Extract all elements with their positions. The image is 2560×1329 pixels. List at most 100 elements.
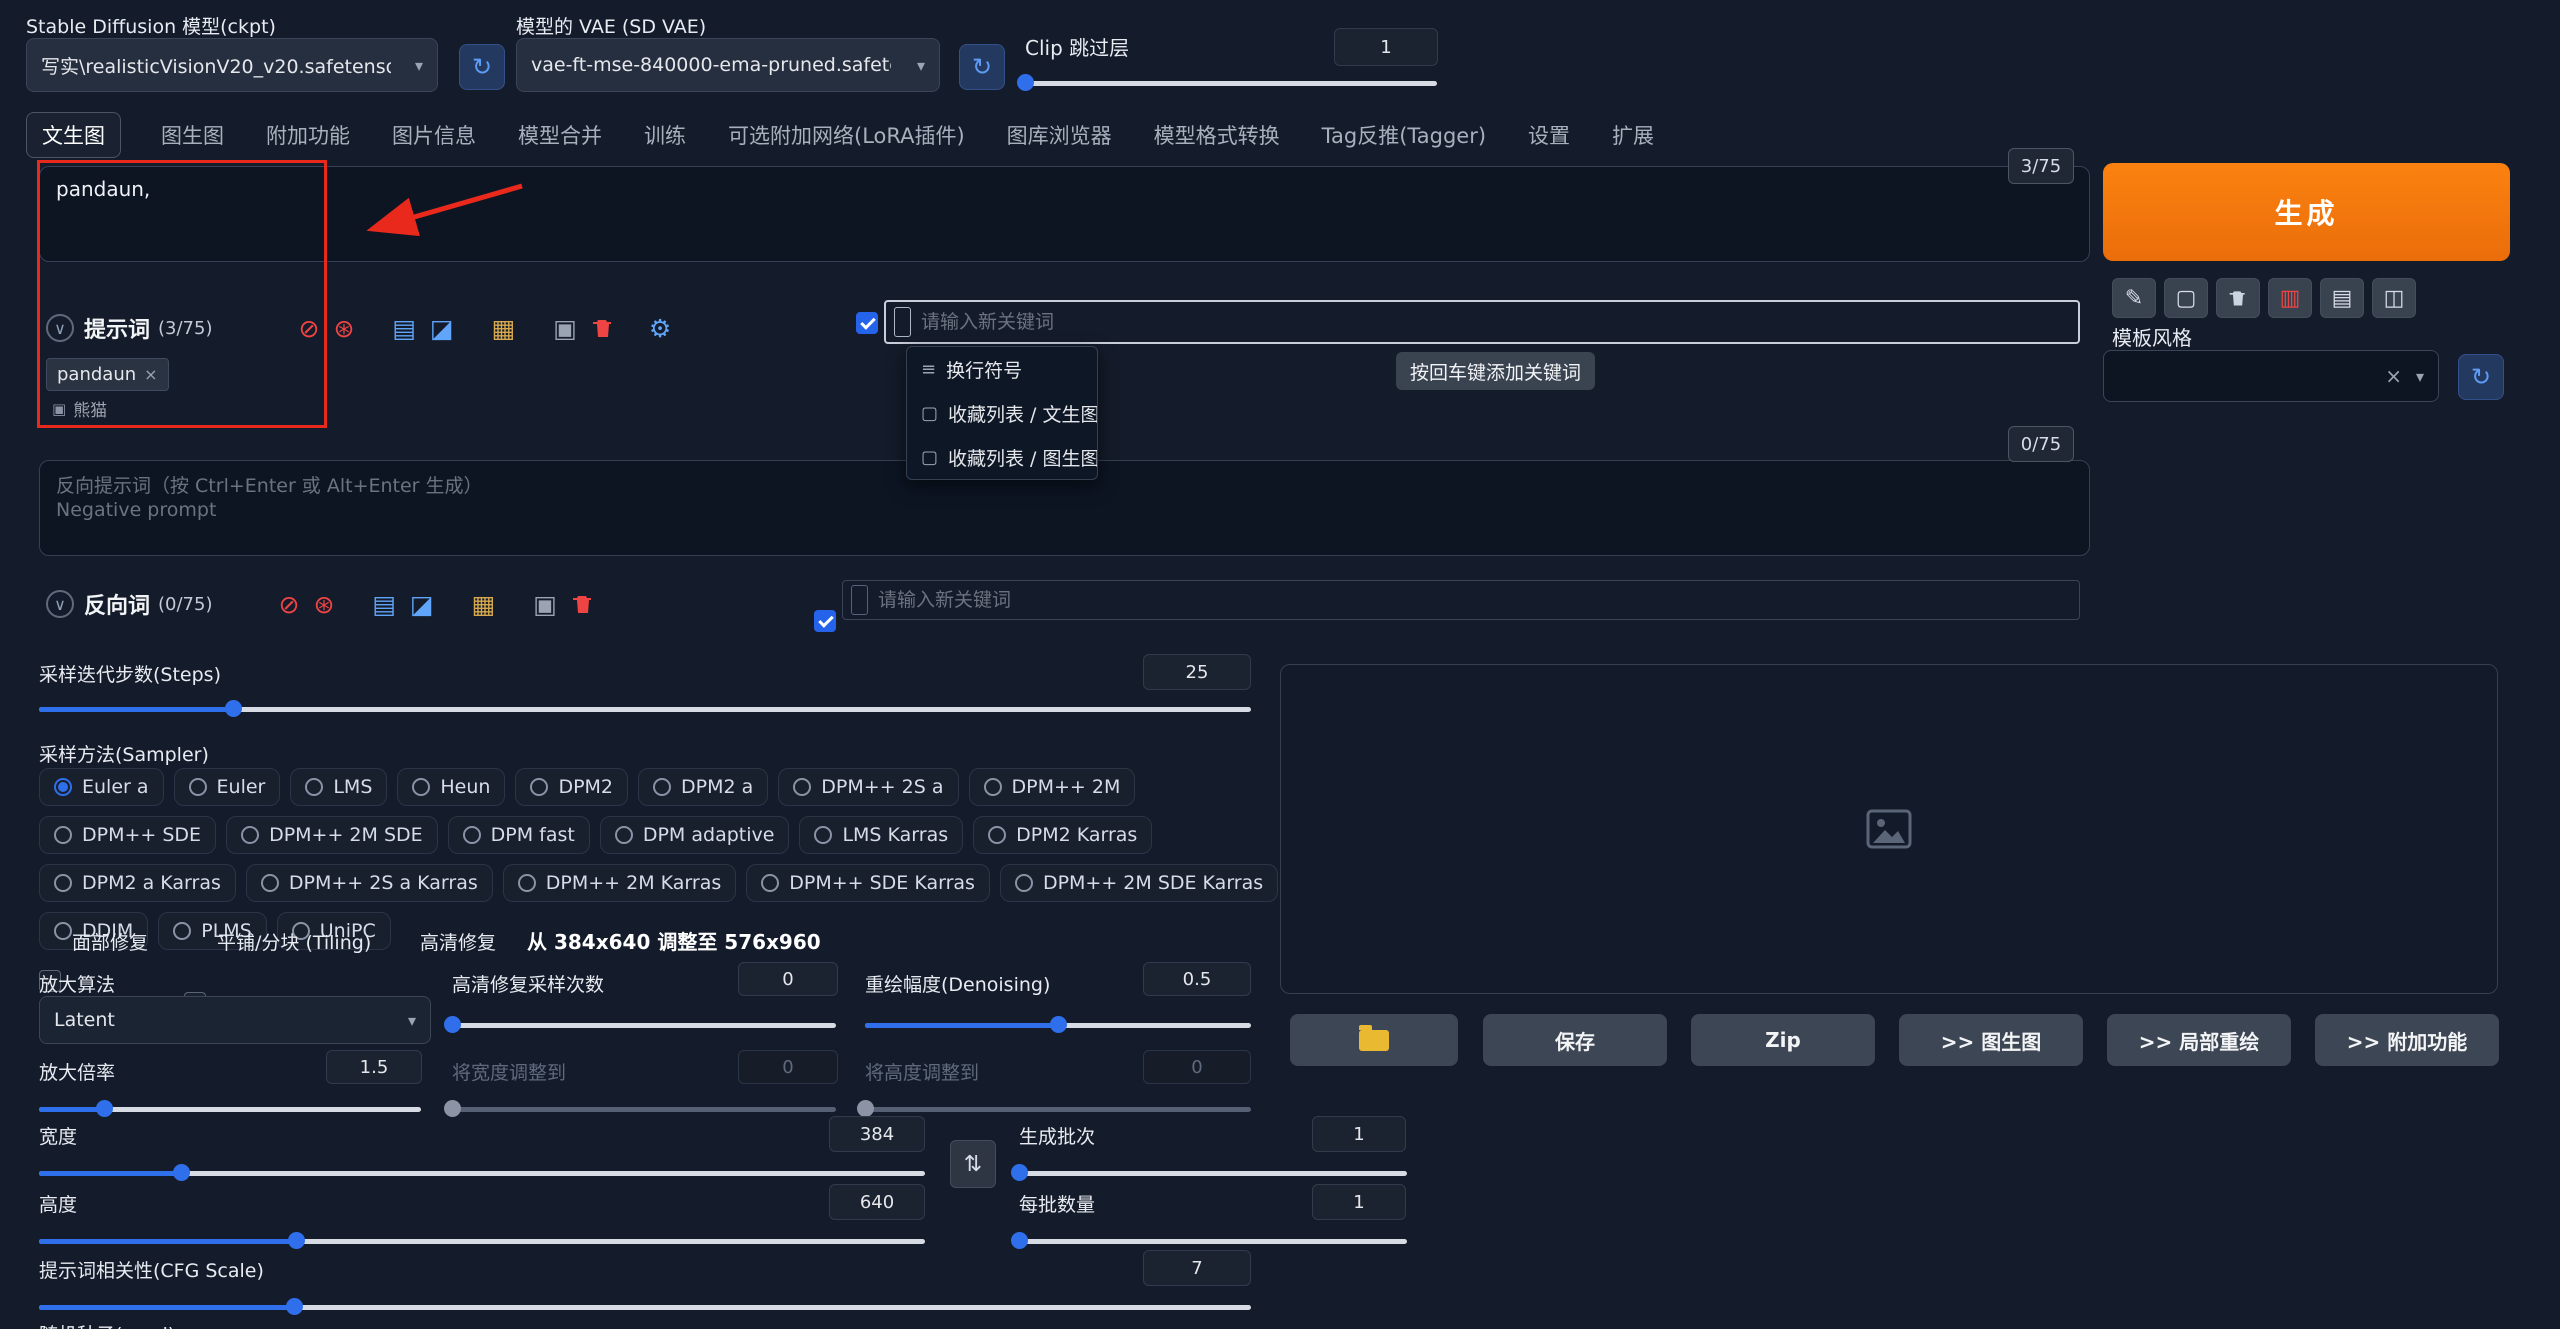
- sampler-option[interactable]: Euler a: [39, 768, 164, 806]
- sampler-option[interactable]: DPM++ 2M SDE Karras: [1000, 864, 1278, 902]
- bookmark-icon[interactable]: ◪: [410, 592, 434, 617]
- prompt-tag-chip[interactable]: pandaun ×: [46, 358, 169, 391]
- reset-negative-icon[interactable]: ⊛: [313, 592, 334, 617]
- ckpt-refresh-button[interactable]: ↻: [459, 44, 505, 90]
- prompt-keyword-input[interactable]: [919, 310, 2070, 334]
- negative-keyword-checkbox[interactable]: [814, 610, 836, 632]
- paste-icon[interactable]: ▤: [392, 316, 416, 341]
- collapse-chevron-icon[interactable]: ∨: [46, 590, 74, 618]
- tab[interactable]: 模型格式转换: [1152, 113, 1282, 157]
- copy-icon[interactable]: ▣: [533, 592, 557, 617]
- extra-networks-icon[interactable]: ▦: [472, 592, 496, 617]
- output-button[interactable]: Zip: [1691, 1014, 1875, 1066]
- bookmark-icon[interactable]: ◪: [430, 316, 454, 341]
- generate-button[interactable]: 生成: [2103, 163, 2510, 261]
- collapse-chevron-icon[interactable]: ∨: [46, 314, 74, 342]
- sampler-option[interactable]: DPM++ SDE Karras: [746, 864, 990, 902]
- menu-item[interactable]: ▢ 收藏列表 / 图生图: [907, 435, 1097, 479]
- upscale-by-value[interactable]: 1.5: [326, 1050, 422, 1084]
- prompt-textarea[interactable]: pandaun,: [39, 166, 2090, 262]
- tab[interactable]: 模型合并: [516, 113, 604, 157]
- reset-prompt-icon[interactable]: ⊛: [333, 316, 354, 341]
- tab[interactable]: 图库浏览器: [1005, 113, 1114, 157]
- clear-button[interactable]: [2216, 278, 2260, 318]
- style-refresh-button[interactable]: ↻: [2458, 354, 2504, 400]
- tab[interactable]: 扩展: [1610, 113, 1656, 157]
- sampler-option[interactable]: DPM fast: [448, 816, 590, 854]
- output-button[interactable]: 保存: [1483, 1014, 1667, 1066]
- open-folder-button[interactable]: [1290, 1014, 1458, 1066]
- cfg-slider[interactable]: [39, 1298, 1251, 1316]
- batch-size-value[interactable]: 1: [1312, 1184, 1406, 1220]
- sampler-option[interactable]: DPM2 a Karras: [39, 864, 236, 902]
- steps-slider[interactable]: [39, 700, 1251, 718]
- output-button[interactable]: >> 附加功能: [2315, 1014, 2499, 1066]
- ckpt-select[interactable]: 写实\realisticVisionV20_v20.safetensors [c…: [26, 38, 438, 92]
- extra-networks-icon[interactable]: ▦: [492, 316, 516, 341]
- sampler-option[interactable]: Euler: [174, 768, 281, 806]
- paste-icon[interactable]: ▤: [372, 592, 396, 617]
- batch-size-slider[interactable]: [1019, 1232, 1407, 1250]
- sampler-option[interactable]: DPM++ 2M Karras: [503, 864, 736, 902]
- tab[interactable]: 文生图: [26, 112, 121, 158]
- trash-icon[interactable]: [571, 592, 595, 616]
- sampler-option[interactable]: DPM++ 2M SDE: [226, 816, 438, 854]
- sampler-option[interactable]: LMS: [290, 768, 387, 806]
- menu-item[interactable]: ▢ 收藏列表 / 文生图: [907, 391, 1097, 435]
- sampler-option[interactable]: DPM2 Karras: [973, 816, 1152, 854]
- hires-steps-slider[interactable]: [452, 1016, 836, 1034]
- trash-icon[interactable]: [591, 316, 615, 340]
- tag-remove-icon[interactable]: ×: [144, 365, 157, 384]
- style-select[interactable]: × ▾: [2103, 350, 2439, 402]
- upscale-by-slider[interactable]: [39, 1100, 421, 1118]
- tab[interactable]: Tag反推(Tagger): [1320, 113, 1488, 157]
- clear-selection-icon[interactable]: ×: [2385, 364, 2402, 388]
- sampler-option[interactable]: DPM++ SDE: [39, 816, 216, 854]
- sampler-option[interactable]: DPM++ 2S a Karras: [246, 864, 493, 902]
- tab[interactable]: 附加功能: [264, 113, 352, 157]
- denoising-value[interactable]: 0.5: [1143, 962, 1251, 996]
- swap-dimensions-button[interactable]: ⇅: [950, 1140, 996, 1188]
- save-style-button[interactable]: ◫: [2372, 278, 2416, 318]
- frame-button[interactable]: ▢: [2164, 278, 2208, 318]
- output-button[interactable]: >> 局部重绘: [2107, 1014, 2291, 1066]
- sampler-option[interactable]: DPM++ 2S a: [778, 768, 958, 806]
- width-slider[interactable]: [39, 1164, 925, 1182]
- height-slider[interactable]: [39, 1232, 925, 1250]
- vae-select[interactable]: vae-ft-mse-840000-ema-pruned.safetensors…: [516, 38, 940, 92]
- gear-icon[interactable]: ⚙: [649, 316, 671, 341]
- tab[interactable]: 训练: [642, 113, 688, 157]
- hires-steps-value[interactable]: 0: [738, 962, 838, 996]
- copy-icon[interactable]: ▣: [553, 316, 577, 341]
- clip-skip-slider[interactable]: [1025, 74, 1437, 92]
- upscaler-select[interactable]: Latent ▾: [39, 996, 431, 1044]
- tab[interactable]: 图生图: [159, 113, 226, 157]
- tab[interactable]: 图片信息: [390, 113, 478, 157]
- batch-count-value[interactable]: 1: [1312, 1116, 1406, 1152]
- sampler-option[interactable]: DPM2 a: [638, 768, 768, 806]
- sampler-option[interactable]: DPM++ 2M: [969, 768, 1136, 806]
- sampler-option[interactable]: LMS Karras: [799, 816, 963, 854]
- sampler-option[interactable]: DPM adaptive: [600, 816, 790, 854]
- sampler-option[interactable]: Heun: [397, 768, 505, 806]
- paste-params-button[interactable]: ✎: [2112, 278, 2156, 318]
- clear-prompt-icon[interactable]: ⊘: [298, 316, 319, 341]
- clip-skip-value[interactable]: 1: [1334, 28, 1438, 66]
- tab[interactable]: 设置: [1526, 113, 1572, 157]
- tab[interactable]: 可选附加网络(LoRA插件): [726, 113, 967, 157]
- negative-keyword-input[interactable]: [876, 588, 2071, 612]
- clear-negative-icon[interactable]: ⊘: [278, 592, 299, 617]
- output-button[interactable]: >> 图生图: [1899, 1014, 2083, 1066]
- cfg-value[interactable]: 7: [1143, 1250, 1251, 1286]
- sampler-option[interactable]: DPM2: [515, 768, 628, 806]
- batch-count-slider[interactable]: [1019, 1164, 1407, 1182]
- prompt-keyword-checkbox[interactable]: [856, 312, 878, 334]
- denoising-slider[interactable]: [865, 1016, 1251, 1034]
- steps-value[interactable]: 25: [1143, 654, 1251, 690]
- apply-style-button[interactable]: ▤: [2320, 278, 2364, 318]
- styles-red-button[interactable]: ▥: [2268, 278, 2312, 318]
- width-value[interactable]: 384: [829, 1116, 925, 1152]
- menu-item[interactable]: ≡ 换行符号: [907, 347, 1097, 391]
- height-value[interactable]: 640: [829, 1184, 925, 1220]
- vae-refresh-button[interactable]: ↻: [959, 44, 1005, 90]
